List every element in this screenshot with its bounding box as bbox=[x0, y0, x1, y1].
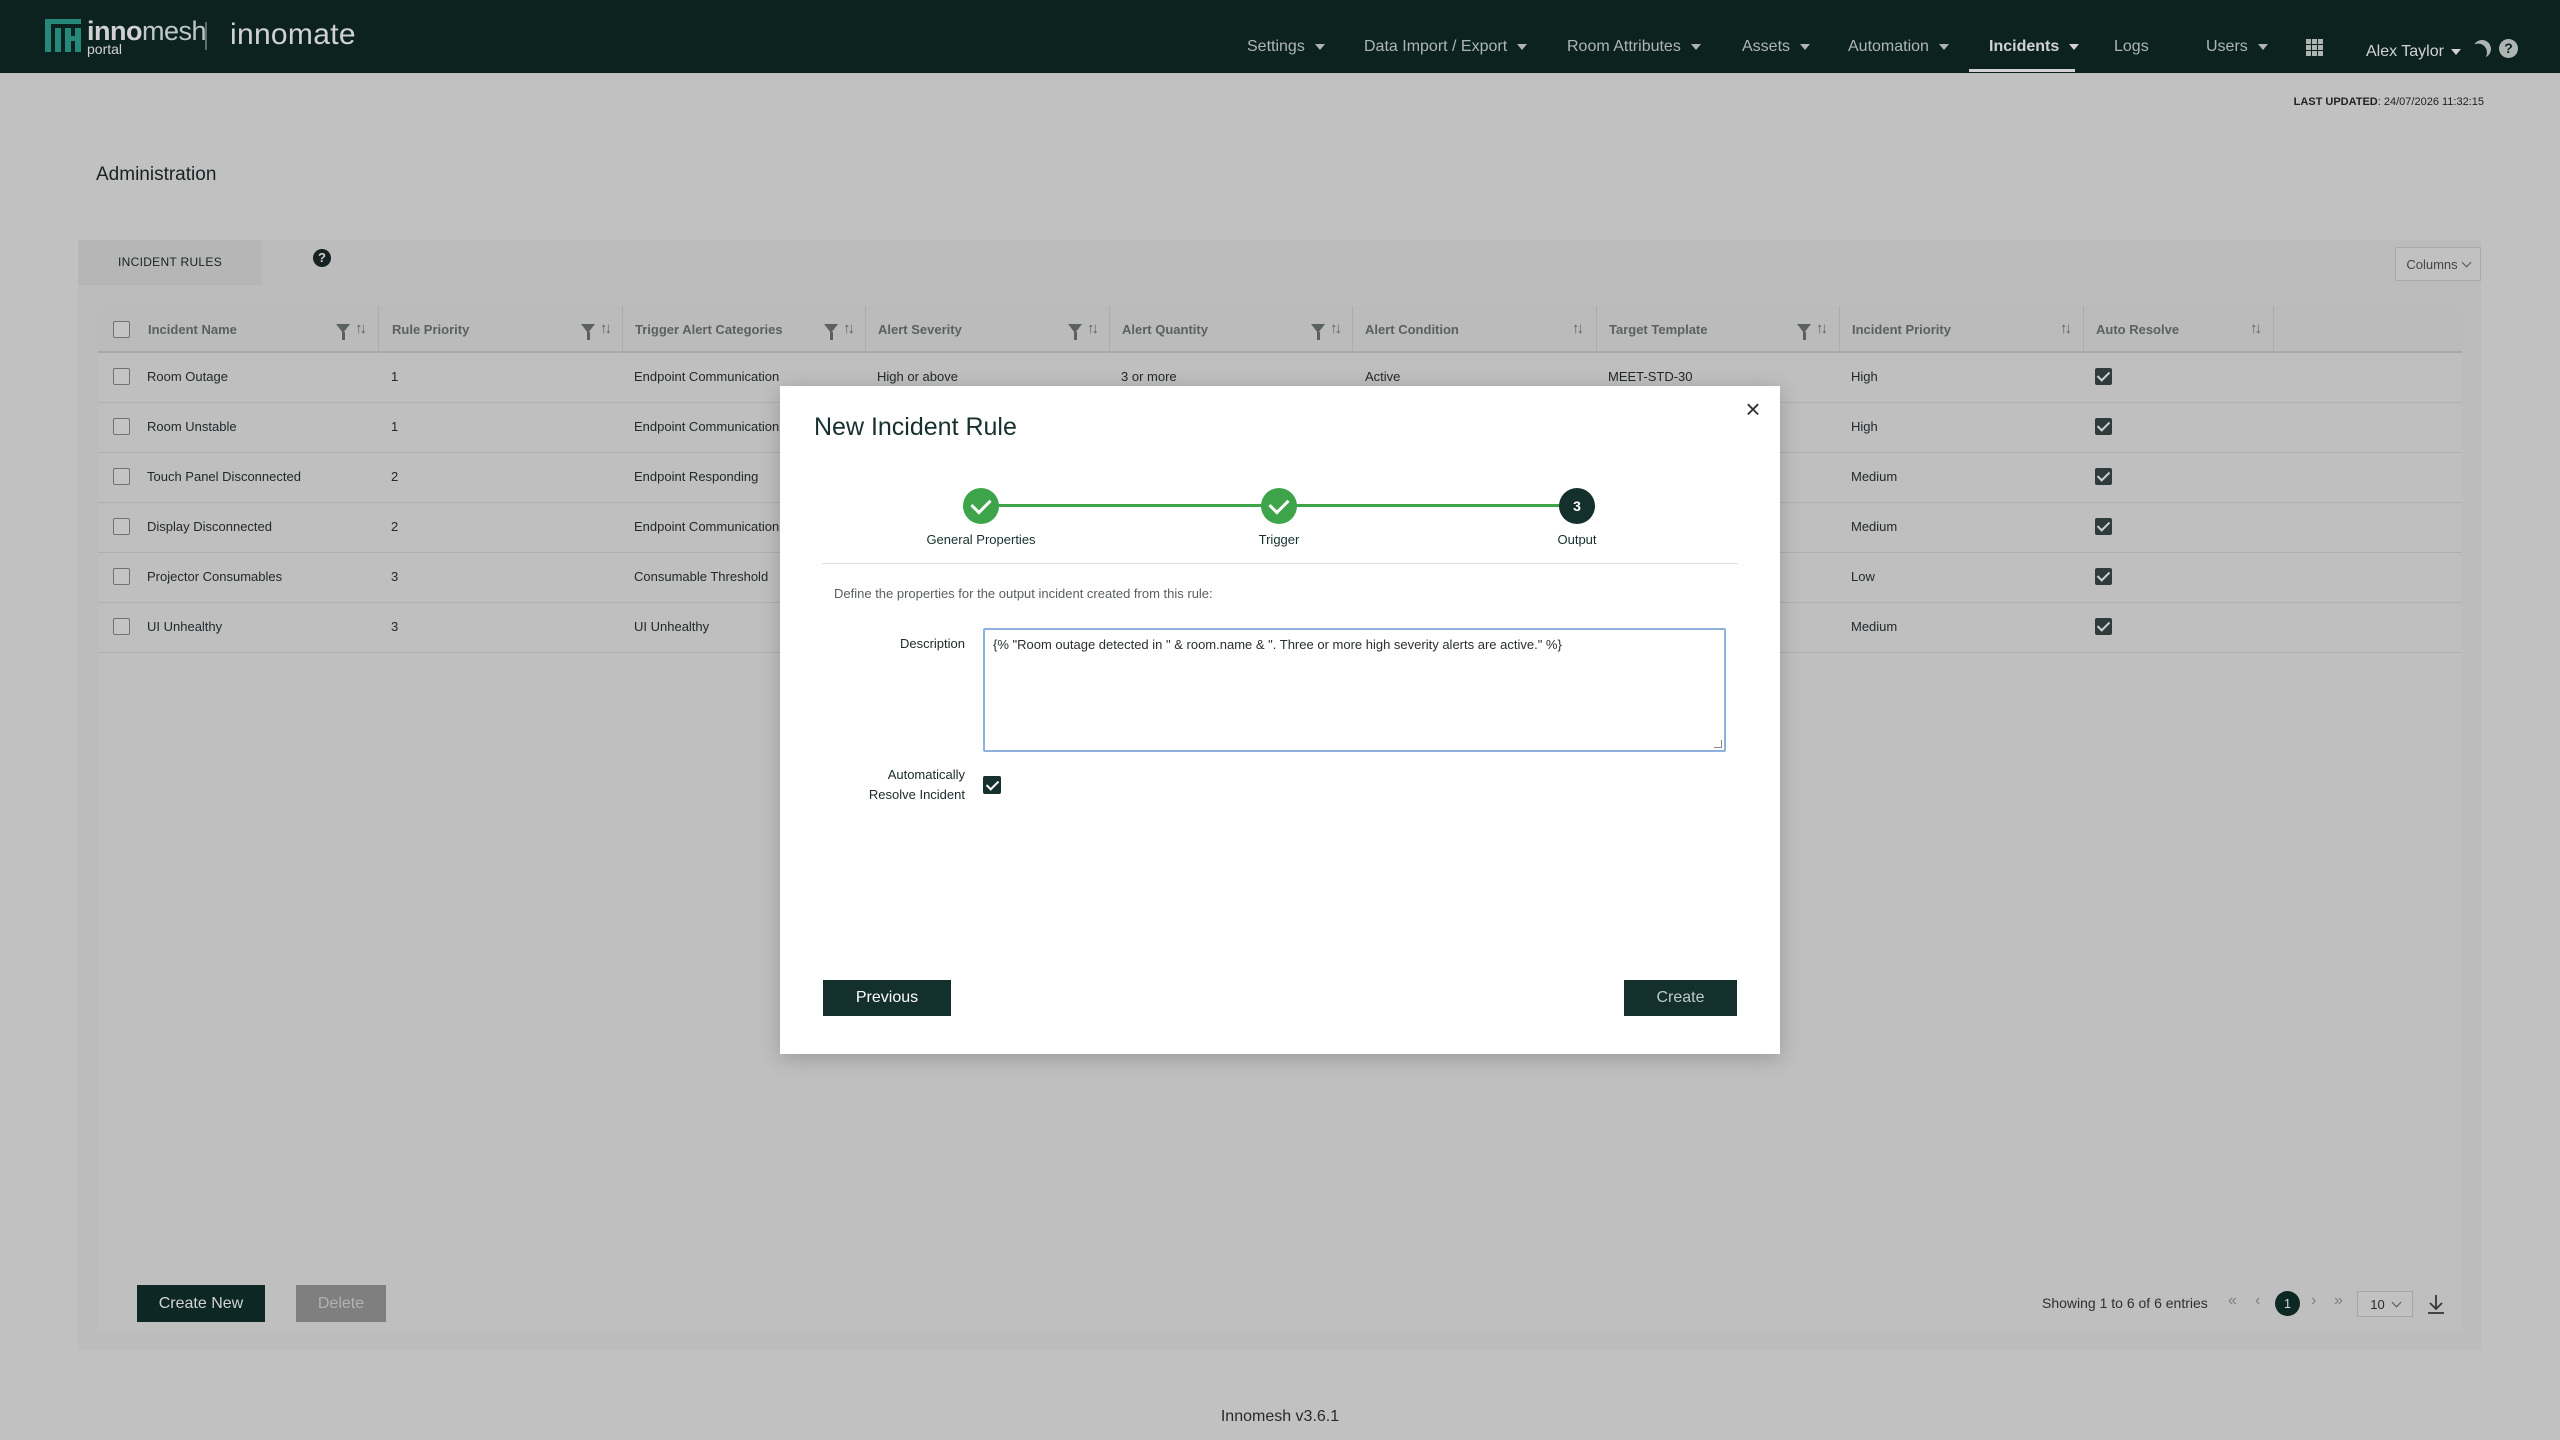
step-3-indicator: 3 bbox=[1559, 488, 1595, 524]
close-icon[interactable]: × bbox=[1740, 396, 1766, 422]
new-incident-rule-modal: New Incident Rule × 3 General Properties… bbox=[780, 386, 1780, 1054]
step-1-check-icon bbox=[963, 488, 999, 524]
step-label-trigger: Trigger bbox=[1258, 532, 1300, 547]
description-textarea[interactable]: {% "Room outage detected in " & room.nam… bbox=[983, 628, 1726, 752]
step-connector bbox=[981, 504, 1279, 507]
resize-handle-icon[interactable] bbox=[1714, 740, 1722, 748]
description-label: Description bbox=[899, 636, 965, 651]
step-connector bbox=[1279, 504, 1577, 507]
step-label-general-properties: General Properties bbox=[926, 532, 1036, 547]
step-2-check-icon bbox=[1261, 488, 1297, 524]
description-value: {% "Room outage detected in " & room.nam… bbox=[993, 637, 1562, 652]
step-label-output: Output bbox=[1557, 532, 1597, 547]
auto-resolve-incident-checkbox[interactable] bbox=[983, 776, 1001, 794]
modal-intro-text: Define the properties for the output inc… bbox=[834, 586, 1213, 601]
divider bbox=[822, 563, 1738, 564]
previous-button[interactable]: Previous bbox=[823, 980, 951, 1016]
modal-title: New Incident Rule bbox=[814, 413, 1017, 441]
create-button[interactable]: Create bbox=[1624, 980, 1737, 1016]
auto-resolve-label: Automatically Resolve Incident bbox=[868, 767, 965, 802]
